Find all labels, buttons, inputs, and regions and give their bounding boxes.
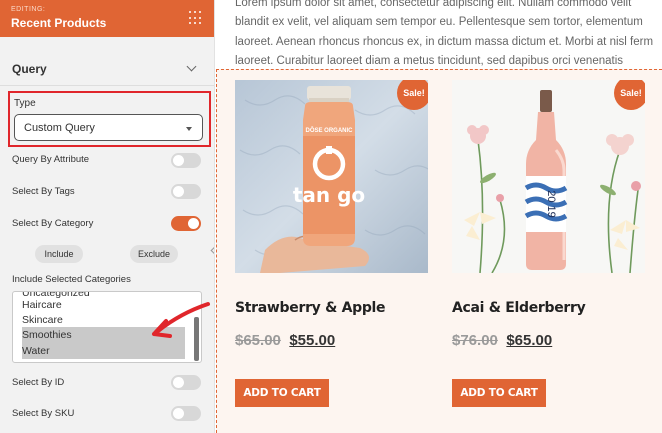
query-by-attribute-toggle[interactable] xyxy=(171,153,201,168)
collapse-sidebar-icon[interactable] xyxy=(210,245,214,256)
grid-menu-icon[interactable] xyxy=(189,11,203,25)
select-by-category-label: Select By Category xyxy=(12,218,94,229)
type-field-highlight: Type Custom Query xyxy=(8,91,211,147)
product-price: $65.00 $55.00 xyxy=(235,332,335,350)
include-categories-label: Include Selected Categories xyxy=(12,274,131,285)
annotation-arrow-icon xyxy=(152,302,210,338)
product-name[interactable]: Strawberry & Apple xyxy=(235,300,386,316)
bottle-label-text: 20 19 xyxy=(545,190,557,218)
product-price: $76.00 $65.00 xyxy=(452,332,552,350)
paragraph-line: blandit ex velit, vel aliquam sem tempor… xyxy=(235,16,643,29)
type-select-value: Custom Query xyxy=(24,122,95,134)
bottle-text: tan go xyxy=(293,183,365,207)
query-section-header[interactable]: Query xyxy=(0,50,214,86)
editing-label: EDITING: xyxy=(11,6,46,13)
toggle-knob xyxy=(173,408,184,419)
section-title: Query xyxy=(12,62,47,76)
toggle-knob xyxy=(173,155,184,166)
chevron-down-icon[interactable] xyxy=(186,61,197,72)
product-image[interactable]: 20 19 Sale! xyxy=(452,80,645,273)
select-by-sku-label: Select By SKU xyxy=(12,408,75,419)
select-by-sku-toggle[interactable] xyxy=(171,406,201,421)
query-by-attribute-label: Query By Attribute xyxy=(12,154,90,165)
add-to-cart-button[interactable]: ADD TO CART xyxy=(235,379,329,407)
category-option[interactable]: Skincare xyxy=(22,312,63,328)
sale-price: $65.00 xyxy=(506,332,553,349)
caret-down-icon xyxy=(186,127,192,131)
module-title: Recent Products xyxy=(11,16,107,30)
select-by-tags-toggle[interactable] xyxy=(171,184,201,199)
toggle-knob xyxy=(188,218,199,229)
select-by-category-toggle[interactable] xyxy=(171,216,201,231)
add-to-cart-button[interactable]: ADD TO CART xyxy=(452,379,546,407)
toggle-knob xyxy=(173,377,184,388)
bottle-brand-text: DŌSE ORGANIC xyxy=(305,127,353,134)
include-button[interactable]: Include xyxy=(35,245,83,263)
category-option-selected[interactable]: Water xyxy=(22,343,185,359)
select-by-id-label: Select By ID xyxy=(12,377,65,388)
settings-sidebar: EDITING: Recent Products Query Type Cust… xyxy=(0,0,215,433)
category-option[interactable]: Haircare xyxy=(22,297,62,313)
sidebar-header: EDITING: Recent Products xyxy=(0,0,214,37)
sale-badge: Sale! xyxy=(614,80,645,110)
recent-products-module[interactable]: DŌSE ORGANIC tan go Sale! Strawberry & A… xyxy=(216,69,662,433)
old-price: $76.00 xyxy=(452,332,498,349)
old-price: $65.00 xyxy=(235,332,281,349)
toggle-knob xyxy=(173,186,184,197)
select-by-tags-label: Select By Tags xyxy=(12,186,75,197)
type-label: Type xyxy=(14,98,36,109)
product-image[interactable]: DŌSE ORGANIC tan go Sale! xyxy=(235,80,428,273)
page-content: Lorem ipsum dolor sit amet, consectetur … xyxy=(216,0,662,433)
select-by-id-toggle[interactable] xyxy=(171,375,201,390)
sale-price: $55.00 xyxy=(289,332,336,349)
type-select[interactable]: Custom Query xyxy=(14,114,203,141)
paragraph-line: laoreet. Aenean rhoncus rhoncus ex, in d… xyxy=(235,35,654,48)
sale-badge: Sale! xyxy=(397,80,428,110)
lorem-paragraph: Lorem ipsum dolor sit amet, consectetur … xyxy=(235,0,662,72)
paragraph-line: Lorem ipsum dolor sit amet, consectetur … xyxy=(235,0,632,9)
exclude-button[interactable]: Exclude xyxy=(130,245,178,263)
product-name[interactable]: Acai & Elderberry xyxy=(452,300,586,316)
